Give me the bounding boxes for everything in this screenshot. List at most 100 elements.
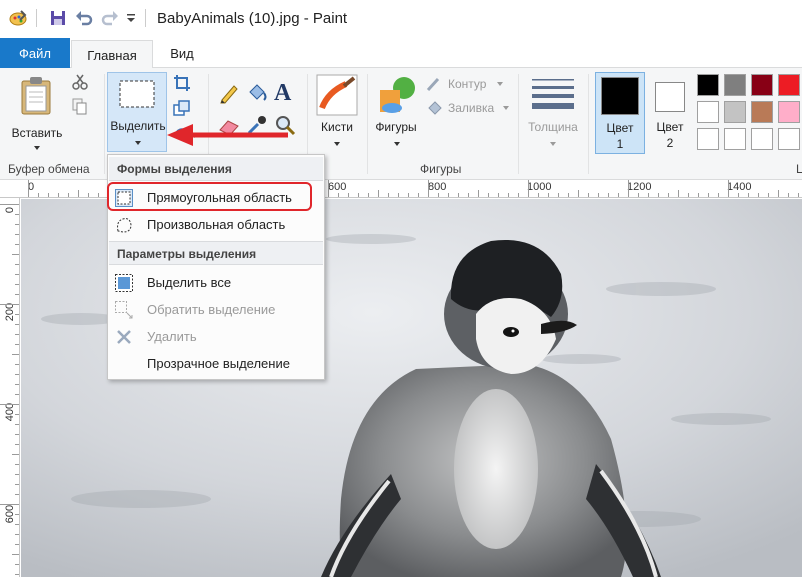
- palette-swatch[interactable]: [778, 74, 800, 96]
- color2-number: 2: [666, 136, 674, 150]
- shapes-label: Фигуры: [375, 120, 417, 134]
- tab-home[interactable]: Главная: [71, 40, 153, 69]
- undo-icon[interactable]: [74, 8, 94, 28]
- palette-swatch[interactable]: [697, 74, 719, 96]
- select-all-label: Выделить все: [147, 275, 232, 290]
- palette-swatch[interactable]: [778, 128, 800, 150]
- ruler-tick: [58, 193, 59, 197]
- ruler-tick: [0, 204, 19, 205]
- ruler-tick: [398, 193, 399, 197]
- fill-bucket-icon[interactable]: [246, 82, 268, 104]
- free-select-label: Произвольная область: [147, 217, 286, 232]
- ruler-tick: [15, 524, 19, 525]
- outline-dropdown-caret: [497, 82, 503, 86]
- palette-swatch[interactable]: [724, 128, 746, 150]
- ruler-tick: [15, 434, 19, 435]
- group-separator: [588, 74, 589, 174]
- fill-icon[interactable]: [426, 100, 444, 116]
- ruler-tick: [15, 284, 19, 285]
- ruler-tick: [638, 193, 639, 197]
- ruler-tick: [15, 324, 19, 325]
- brush-icon: [316, 74, 358, 116]
- ruler-tick: [68, 193, 69, 197]
- cut-icon[interactable]: [72, 74, 88, 90]
- palette-swatch[interactable]: [751, 101, 773, 123]
- ruler-tick: [508, 193, 509, 197]
- colors-group-label: Ц: [796, 162, 802, 176]
- ruler-tick: [528, 180, 529, 197]
- ruler-tick: [708, 193, 709, 197]
- ruler-tick: [48, 193, 49, 197]
- palette-swatch[interactable]: [697, 101, 719, 123]
- select-dropdown-caret: [135, 141, 141, 145]
- fill-label[interactable]: Заливка: [448, 101, 494, 115]
- transparent-selection-item[interactable]: Прозрачное выделение: [109, 351, 323, 377]
- palette-swatch[interactable]: [751, 128, 773, 150]
- qat-separator: [36, 9, 37, 27]
- free-select-icon: [117, 218, 132, 233]
- ruler-tick: [368, 193, 369, 197]
- ruler-tick: [348, 193, 349, 197]
- transparent-selection-label: Прозрачное выделение: [147, 356, 290, 371]
- outline-label[interactable]: Контур: [448, 77, 486, 91]
- ruler-tick: [558, 193, 559, 197]
- clipboard-group-label: Буфер обмена: [8, 162, 90, 176]
- pencil-icon[interactable]: [218, 82, 240, 104]
- ruler-label: 1000: [527, 181, 552, 193]
- shapes-icon: [380, 77, 415, 113]
- crop-icon[interactable]: [173, 74, 191, 92]
- delete-icon: [117, 330, 131, 344]
- vertical-ruler: 0 200 400 600: [0, 198, 20, 577]
- color2-button[interactable]: Цвет 2: [648, 72, 692, 154]
- free-form-selection-item[interactable]: Произвольная область: [109, 212, 323, 238]
- ruler-tick: [338, 193, 339, 197]
- tab-file[interactable]: Файл: [0, 38, 70, 68]
- fill-dropdown-caret: [503, 106, 509, 110]
- select-all-item[interactable]: Выделить все: [109, 270, 323, 296]
- delete-selection-item[interactable]: Удалить: [109, 324, 323, 350]
- ruler-tick: [15, 444, 19, 445]
- palette-swatch[interactable]: [697, 128, 719, 150]
- palette-swatch[interactable]: [724, 74, 746, 96]
- ruler-tick: [15, 384, 19, 385]
- ruler-tick: [15, 494, 19, 495]
- copy-icon[interactable]: [72, 98, 88, 116]
- save-icon[interactable]: [48, 8, 68, 28]
- customize-qat-icon[interactable]: [124, 8, 138, 28]
- ruler-tick: [15, 334, 19, 335]
- palette-swatch[interactable]: [751, 74, 773, 96]
- ruler-tick: [15, 364, 19, 365]
- color1-button[interactable]: Цвет 1: [595, 72, 645, 154]
- outline-icon[interactable]: [426, 76, 442, 92]
- select-button[interactable]: Выделить: [107, 72, 167, 152]
- ruler-tick: [15, 314, 19, 315]
- ruler-tick: [738, 193, 739, 197]
- annotation-highlight-ring: [107, 182, 312, 211]
- ruler-tick: [788, 193, 789, 197]
- ruler-tick: [718, 193, 719, 197]
- paste-button[interactable]: Вставить: [8, 74, 66, 150]
- paint-app-icon[interactable]: [8, 8, 28, 28]
- ruler-tick: [488, 193, 489, 197]
- palette-swatch[interactable]: [778, 101, 800, 123]
- shapes-button[interactable]: Фигуры: [372, 72, 420, 154]
- ruler-tick: [598, 193, 599, 197]
- palette-swatch[interactable]: [724, 101, 746, 123]
- size-button[interactable]: Толщина: [524, 72, 582, 154]
- brushes-button[interactable]: Кисти: [312, 72, 362, 154]
- invert-selection-item[interactable]: Обратить выделение: [109, 297, 323, 323]
- ruler-tick: [15, 214, 19, 215]
- color1-swatch: [601, 77, 639, 115]
- ruler-tick: [15, 534, 19, 535]
- text-tool-icon[interactable]: A: [274, 80, 298, 106]
- ruler-tick: [15, 274, 19, 275]
- invert-selection-label: Обратить выделение: [147, 302, 276, 317]
- delete-label: Удалить: [147, 329, 197, 344]
- resize-icon[interactable]: [173, 100, 191, 118]
- ruler-label: 600: [328, 181, 347, 193]
- tab-view[interactable]: Вид: [160, 38, 204, 68]
- redo-icon[interactable]: [100, 8, 120, 28]
- ruler-tick: [728, 180, 729, 197]
- ruler-tick: [12, 454, 19, 455]
- ruler-tick: [578, 190, 579, 197]
